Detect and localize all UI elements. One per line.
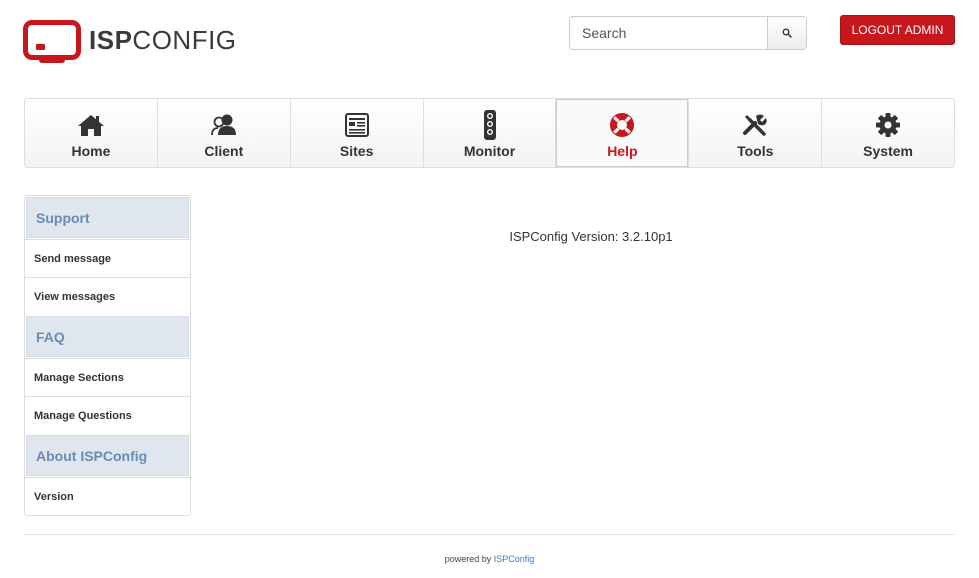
search-input[interactable] (570, 17, 767, 49)
logo-monitor-stand (39, 58, 65, 63)
users-icon (210, 111, 238, 139)
footer: powered by ISPConfig (0, 554, 979, 564)
ispconfig-logo[interactable]: ISPCONFIG (23, 19, 236, 65)
nav-tab-label: System (863, 143, 913, 159)
sidebar-heading-about: About ISPConfig (26, 435, 189, 476)
sidebar-link-manage-sections[interactable]: Manage Sections (25, 358, 190, 396)
wrench-icon (741, 111, 769, 139)
sidebar-heading-faq: FAQ (26, 316, 189, 357)
nav-tab-system[interactable]: System (822, 99, 954, 167)
document-icon (343, 111, 371, 139)
traffic-light-icon (476, 110, 504, 140)
nav-tab-help[interactable]: Help (556, 99, 690, 167)
search-icon (782, 28, 792, 38)
logo-monitor-icon (23, 20, 81, 60)
search-button[interactable] (767, 17, 806, 49)
nav-tab-label: Tools (737, 143, 774, 159)
home-icon (77, 111, 105, 139)
lifebuoy-icon (608, 111, 636, 139)
footer-divider (24, 534, 955, 535)
nav-tab-label: Client (204, 143, 244, 159)
sidebar: Support Send message View messages FAQ M… (24, 195, 191, 516)
sidebar-heading-support: Support (26, 197, 189, 238)
nav-tab-home[interactable]: Home (25, 99, 158, 167)
nav-tab-monitor[interactable]: Monitor (424, 99, 557, 167)
sidebar-link-version[interactable]: Version (25, 477, 190, 515)
nav-tab-sites[interactable]: Sites (291, 99, 424, 167)
logo-text-bold: ISP (89, 25, 133, 55)
main-nav: Home Client Sites Monitor Help Tools Sys… (24, 98, 955, 168)
logout-button[interactable]: LOGOUT ADMIN (840, 15, 955, 45)
sidebar-link-view-messages[interactable]: View messages (25, 277, 190, 315)
version-text: ISPConfig Version: 3.2.10p1 (509, 229, 673, 244)
nav-tab-label: Monitor (463, 143, 516, 159)
nav-tab-label: Sites (339, 143, 374, 159)
sidebar-link-manage-questions[interactable]: Manage Questions (25, 396, 190, 434)
nav-tab-client[interactable]: Client (158, 99, 291, 167)
logo-text-thin: CONFIG (132, 25, 237, 55)
footer-prefix: powered by (444, 554, 492, 564)
nav-tab-tools[interactable]: Tools (689, 99, 823, 167)
sidebar-link-send-message[interactable]: Send message (25, 239, 190, 277)
nav-tab-label: Home (71, 143, 111, 159)
gear-icon (874, 111, 902, 139)
search-box (569, 16, 807, 50)
logo-text: ISPCONFIG (89, 26, 237, 54)
footer-link-ispconfig[interactable]: ISPConfig (494, 554, 535, 564)
nav-tab-label: Help (607, 143, 638, 159)
